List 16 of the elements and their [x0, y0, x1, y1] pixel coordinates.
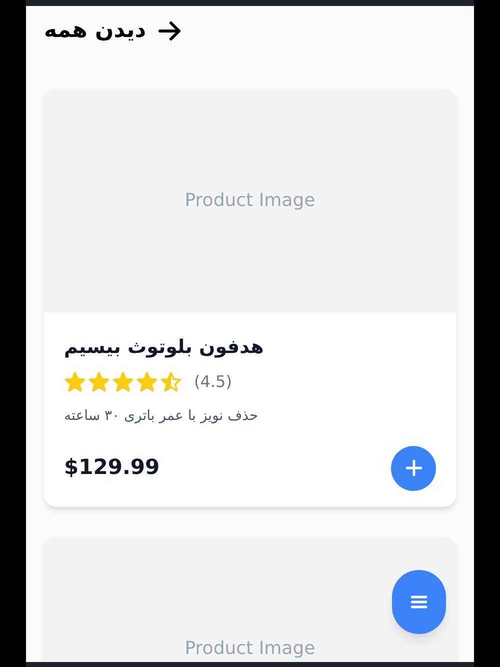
star-icon: [136, 370, 158, 392]
rating-count: (4.5): [194, 370, 232, 392]
star-icon: [64, 370, 86, 392]
plus-icon: [404, 459, 422, 477]
star-icon: [88, 370, 110, 392]
product-description: حذف نویز با عمر باتری ۳۰ ساعته: [64, 406, 260, 426]
see-all-link[interactable]: دیدن همه: [44, 14, 182, 47]
star-icon: [112, 370, 134, 392]
star-icon: [160, 370, 182, 392]
add-to-cart-button[interactable]: [391, 446, 436, 490]
placeholder-label: Product Image: [184, 189, 316, 213]
product-title: هدفون بلوتوث بیسیم: [64, 335, 265, 360]
placeholder-label: Product Image: [184, 636, 316, 660]
arrow-right-icon: [158, 20, 182, 42]
product-price: $129.99: [64, 454, 160, 482]
menu-icon: [410, 594, 428, 610]
